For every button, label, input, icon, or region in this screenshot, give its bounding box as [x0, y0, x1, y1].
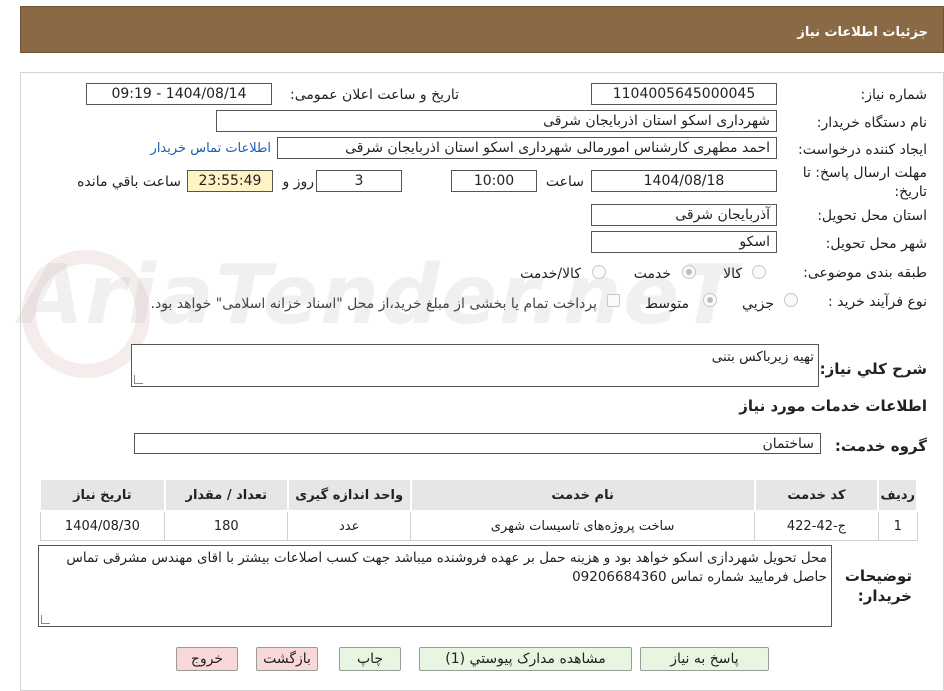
- buyer-notes-label: توضیحات: [844, 567, 912, 585]
- print-button[interactable]: چاپ: [339, 647, 401, 671]
- deadline-label-2: تاریخ:: [894, 184, 927, 200]
- city-field: اسکو: [591, 231, 777, 253]
- buyer-org-field: شهرداری اسکو استان اذربایجان شرقی: [216, 110, 777, 132]
- process-option-minor: جزيي: [742, 296, 774, 312]
- col-code-header: کد خدمت: [753, 478, 880, 512]
- category-option-goods-service: کالا/خدمت: [520, 266, 581, 282]
- remaining-time-field: 23:55:49: [187, 170, 273, 192]
- col-row-header: ردیف: [877, 478, 918, 512]
- resize-handle-icon[interactable]: [134, 375, 143, 384]
- process-radio-minor[interactable]: [784, 293, 798, 307]
- cell-qty: 180: [164, 510, 289, 541]
- category-radio-goods-service[interactable]: [592, 265, 606, 279]
- cell-unit: عدد: [287, 510, 412, 541]
- view-docs-button[interactable]: مشاهده مدارک پیوستي (1): [419, 647, 632, 671]
- treasury-checkbox[interactable]: [607, 294, 620, 307]
- process-option-medium: متوسط: [645, 296, 689, 312]
- service-group-field: ساختمان: [134, 433, 821, 454]
- need-number-label: شماره نیاز:: [860, 87, 928, 103]
- summary-textarea: تهیه زیرباکس بتنی: [131, 344, 819, 387]
- announce-label: تاریخ و ساعت اعلان عمومی:: [290, 87, 459, 103]
- province-label: استان محل تحویل:: [817, 208, 927, 224]
- payment-note: پرداخت تمام یا بخشی از مبلغ خرید،از محل …: [150, 296, 597, 312]
- buyer-notes-label-2: خریدار:: [857, 587, 912, 605]
- respond-button[interactable]: پاسخ به نیاز: [640, 647, 769, 671]
- col-name-header: نام خدمت: [409, 478, 756, 512]
- buyer-notes-textarea: محل تحویل شهردازی اسکو خواهد بود و هزینه…: [38, 545, 832, 627]
- summary-label: شرح کلي نیاز:: [819, 360, 927, 378]
- days-field: 3: [316, 170, 402, 192]
- process-radio-medium[interactable]: [703, 293, 717, 307]
- table-row: 1 ج-42-422 ساخت پروژه‌های تاسیسات شهری ع…: [39, 510, 918, 541]
- cell-row: 1: [877, 510, 918, 541]
- announce-field: 1404/08/14 - 09:19: [86, 83, 272, 105]
- cell-date: 1404/08/30: [39, 510, 166, 541]
- buyer-notes-text: محل تحویل شهردازی اسکو خواهد بود و هزینه…: [66, 550, 827, 585]
- requester-field: احمد مطهری کارشناس امورمالی شهرداری اسکو…: [277, 137, 777, 159]
- page-header: جزئیات اطلاعات نیاز: [20, 6, 944, 53]
- category-radio-goods[interactable]: [752, 265, 766, 279]
- province-field: آذربایجان شرقی: [591, 204, 777, 226]
- deadline-label: مهلت ارسال پاسخ: تا: [802, 165, 927, 181]
- process-label: نوع فرآیند خرید :: [828, 294, 927, 310]
- services-table-wrapper: ردیف کد خدمت نام خدمت واحد اندازه گیری ت…: [39, 478, 918, 541]
- services-section-title: اطلاعات خدمات مورد نیاز: [739, 397, 927, 415]
- resize-handle-icon[interactable]: [41, 615, 50, 624]
- cell-code: ج-42-422: [754, 510, 879, 541]
- category-option-service: خدمت: [633, 266, 671, 282]
- deadline-date-field: 1404/08/18: [591, 170, 777, 192]
- need-number-field: 1104005645000045: [591, 83, 777, 105]
- buyer-contact-link[interactable]: اطلاعات تماس خریدار: [151, 141, 271, 156]
- table-header-row: ردیف کد خدمت نام خدمت واحد اندازه گیری ت…: [39, 478, 918, 512]
- col-qty-header: تعداد / مقدار: [163, 478, 289, 512]
- buyer-org-label: نام دستگاه خریدار:: [816, 115, 927, 131]
- remaining-label: ساعت باقي مانده: [77, 174, 181, 190]
- category-radio-service[interactable]: [682, 265, 696, 279]
- service-group-label: گروه خدمت:: [834, 437, 927, 455]
- days-label: روز و: [282, 174, 315, 190]
- back-button[interactable]: بازگشت: [256, 647, 318, 671]
- deadline-time-field: 10:00: [451, 170, 537, 192]
- cell-name: ساخت پروژه‌های تاسیسات شهری: [410, 510, 755, 541]
- city-label: شهر محل تحویل:: [825, 236, 927, 252]
- summary-text: تهیه زیرباکس بتنی: [711, 349, 814, 365]
- exit-button[interactable]: خروج: [176, 647, 238, 671]
- page-title: جزئیات اطلاعات نیاز: [797, 25, 928, 40]
- col-date-header: تاریخ نیاز: [39, 478, 166, 512]
- col-unit-header: واحد اندازه گیری: [286, 478, 412, 512]
- requester-label: ایجاد کننده درخواست:: [798, 142, 927, 158]
- category-label: طبقه بندی موضوعی:: [803, 265, 927, 281]
- time-label: ساعت: [545, 174, 584, 190]
- category-option-goods: کالا: [723, 266, 742, 282]
- services-table: ردیف کد خدمت نام خدمت واحد اندازه گیری ت…: [39, 478, 918, 541]
